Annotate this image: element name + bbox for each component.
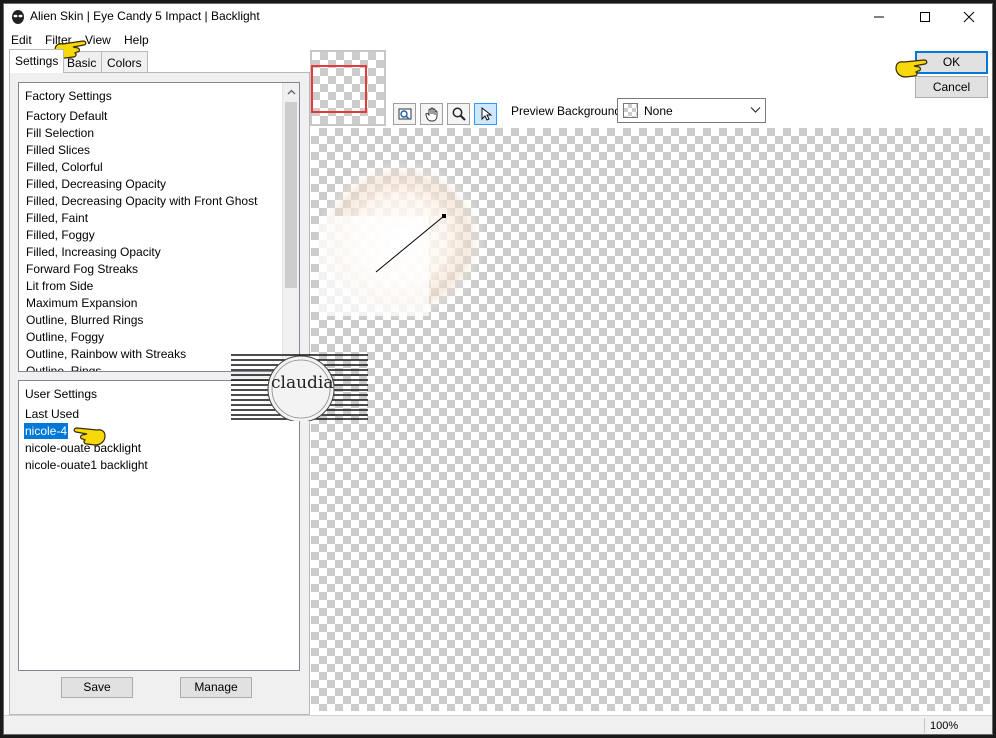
maximize-icon	[920, 12, 930, 22]
factory-setting-item[interactable]: Filled, Faint	[25, 210, 89, 226]
thumbnail-viewport-frame[interactable]	[311, 65, 367, 113]
navigator-thumbnail[interactable]	[310, 50, 386, 126]
alien-skin-icon	[12, 10, 24, 24]
factory-setting-item[interactable]: Filled, Decreasing Opacity	[25, 176, 167, 192]
chevron-down-icon	[750, 107, 761, 113]
preview-background-select[interactable]: None	[617, 98, 766, 123]
factory-setting-item[interactable]: Filled, Decreasing Opacity with Front Gh…	[25, 193, 258, 209]
factory-setting-item[interactable]: Lit from Side	[25, 278, 94, 294]
factory-setting-item[interactable]: Filled Slices	[25, 142, 91, 158]
compare-icon	[398, 108, 411, 120]
save-button[interactable]: Save	[61, 677, 133, 698]
pointing-hand-icon	[895, 59, 928, 78]
user-setting-item[interactable]: Last Used	[24, 406, 80, 422]
eye-candy-window: Alien Skin | Eye Candy 5 Impact | Backli…	[3, 3, 993, 735]
minimize-icon	[874, 16, 884, 18]
user-settings-header: User Settings	[25, 387, 98, 401]
hand-icon	[424, 107, 437, 122]
factory-setting-item[interactable]: Maximum Expansion	[25, 295, 138, 311]
select-tool-button[interactable]	[474, 103, 497, 125]
navigate-tool-button[interactable]	[393, 103, 416, 125]
menu-help[interactable]: Help	[124, 33, 149, 47]
factory-setting-item[interactable]: Outline, Rings	[25, 363, 102, 371]
cancel-button[interactable]: Cancel	[915, 76, 988, 98]
maximize-button[interactable]	[902, 4, 948, 30]
title-bar: Alien Skin | Eye Candy 5 Impact | Backli…	[4, 4, 992, 30]
window-title: Alien Skin | Eye Candy 5 Impact | Backli…	[30, 9, 260, 23]
status-divider	[924, 718, 925, 733]
status-bar: 100%	[4, 715, 992, 734]
background-swatch	[623, 103, 638, 118]
tab-settings[interactable]: Settings	[9, 49, 65, 73]
factory-setting-item[interactable]: Filled, Colorful	[25, 159, 104, 175]
factory-setting-item[interactable]: Outline, Foggy	[25, 329, 105, 345]
factory-setting-item[interactable]: Forward Fog Streaks	[25, 261, 139, 277]
arrow-cursor-icon	[481, 106, 492, 121]
user-setting-item[interactable]: nicole-ouate1 backlight	[24, 457, 149, 473]
magnifier-icon	[452, 107, 466, 121]
pointing-hand-icon	[73, 427, 106, 446]
preview-background-value: None	[644, 104, 673, 118]
close-icon	[963, 11, 975, 23]
minimize-button[interactable]	[856, 4, 902, 30]
factory-setting-item[interactable]: Outline, Blurred Rings	[25, 312, 144, 328]
factory-settings-header: Factory Settings	[25, 89, 112, 103]
menu-edit[interactable]: Edit	[11, 33, 32, 47]
preview-background-label: Preview Background:	[511, 104, 625, 118]
claudia-watermark: claudia	[231, 353, 368, 421]
factory-setting-item[interactable]: Filled, Foggy	[25, 227, 96, 243]
factory-setting-item[interactable]: Outline, Rainbow with Streaks	[25, 346, 187, 362]
hand-tool-button[interactable]	[420, 103, 443, 125]
watermark-text: claudia	[271, 373, 334, 393]
factory-setting-item[interactable]: Factory Default	[25, 108, 108, 124]
user-settings-list[interactable]: User Settings Last Used nicole-4 nicole-ou…	[18, 380, 300, 671]
scroll-up-button[interactable]	[283, 83, 299, 100]
factory-settings-list[interactable]: Factory Settings Factory Default Fill Sel…	[18, 82, 300, 372]
user-setting-item[interactable]: nicole-4	[24, 423, 69, 439]
factory-setting-item[interactable]: Fill Selection	[25, 125, 95, 141]
chevron-up-icon	[287, 89, 295, 94]
menu-bar: Edit Filter View Help	[4, 30, 992, 50]
backlight-effect-preview	[316, 160, 486, 320]
zoom-level: 100%	[930, 720, 959, 732]
zoom-tool-button[interactable]	[447, 103, 470, 125]
factory-setting-item[interactable]: Filled, Increasing Opacity	[25, 244, 162, 260]
tab-colors[interactable]: Colors	[101, 51, 148, 73]
scroll-thumb[interactable]	[285, 102, 297, 288]
preview-canvas[interactable]	[311, 128, 990, 711]
manage-button[interactable]: Manage	[180, 677, 252, 698]
factory-scrollbar[interactable]	[282, 83, 299, 371]
close-button[interactable]	[946, 4, 992, 30]
